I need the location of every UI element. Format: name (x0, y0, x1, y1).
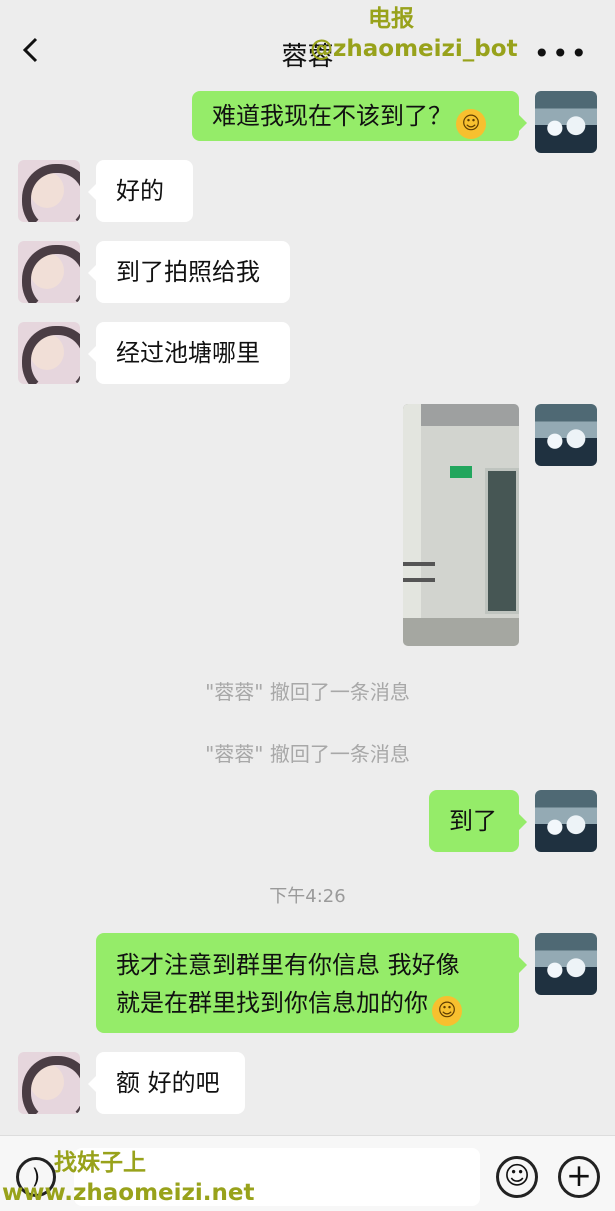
recall-notice: "蓉蓉" 撤回了一条消息 (205, 742, 410, 766)
my-avatar[interactable] (535, 91, 597, 153)
my-avatar[interactable] (535, 404, 597, 466)
photo-sign (450, 466, 472, 478)
incoming-message-bubble[interactable]: 额 好的吧 (88, 1052, 245, 1114)
watermark-top-line1: 电报 (368, 6, 414, 32)
plus-icon: + (566, 1158, 592, 1194)
outgoing-message-line-1: 我才注意到群里有你信息 我好像 (116, 951, 460, 979)
message-row-right-3: 我才注意到群里有你信息 我好像 就是在群里找到你信息加的你 ☺ (0, 933, 615, 1033)
contact-avatar[interactable] (18, 160, 80, 222)
recall-notice: "蓉蓉" 撤回了一条消息 (205, 680, 410, 704)
facepalm-emoji-icon: ☺ (432, 996, 462, 1026)
watermark-top-line2: @zhaomeizi_bot (310, 36, 518, 62)
my-avatar[interactable] (535, 790, 597, 852)
facepalm-emoji-icon: ☺ (456, 109, 486, 139)
incoming-message-bubble[interactable]: 好的 (88, 160, 193, 222)
watermark-bottom-line1: 找妹子上 (54, 1150, 146, 1176)
bottom-watermark: 找妹子上 www.zhaomeizi.net (2, 1148, 255, 1208)
contact-avatar[interactable] (18, 1052, 80, 1114)
chat-header: 蓉蓉 ••• (0, 12, 615, 88)
message-row-right-2: 到了 (0, 790, 615, 852)
message-row-left-2: 到了拍照给我 (0, 241, 615, 303)
outgoing-message-bubble[interactable]: 到了 (429, 790, 527, 852)
more-options-button[interactable]: ••• (533, 37, 589, 70)
incoming-message-bubble[interactable]: 经过池塘哪里 (88, 322, 290, 384)
message-row-right-1: 难道我现在不该到了？ ☺ (0, 91, 615, 153)
outgoing-message-bubble[interactable]: 难道我现在不该到了？ ☺ (192, 91, 527, 141)
outgoing-message-bubble[interactable]: 我才注意到群里有你信息 我好像 就是在群里找到你信息加的你 ☺ (96, 933, 527, 1033)
photo-rail (403, 562, 435, 566)
chat-title: 蓉蓉 (281, 42, 334, 72)
photo-pillar (403, 404, 421, 624)
photo-door (485, 468, 519, 614)
message-timestamp: 下午4:26 (269, 886, 346, 907)
sent-photo-message[interactable] (403, 404, 519, 646)
smile-icon: ☺ (503, 1161, 531, 1190)
contact-avatar[interactable] (18, 241, 80, 303)
outgoing-message-line-2: 就是在群里找到你信息加的你 ☺ (116, 984, 499, 1026)
message-row-left-1: 好的 (0, 160, 615, 222)
outgoing-message-text: 难道我现在不该到了？ (212, 102, 452, 130)
my-avatar[interactable] (535, 933, 597, 995)
more-actions-button[interactable]: + (558, 1156, 600, 1198)
status-bar (0, 0, 615, 12)
photo-floor (403, 618, 519, 646)
top-watermark: 电报 @zhaomeizi_bot (310, 4, 518, 64)
emoji-button[interactable]: ☺ (496, 1156, 538, 1198)
incoming-message-bubble[interactable]: 到了拍照给我 (88, 241, 290, 303)
message-row-left-4: 额 好的吧 (0, 1052, 615, 1114)
contact-avatar[interactable] (18, 322, 80, 384)
watermark-bottom-line2: www.zhaomeizi.net (2, 1180, 255, 1206)
message-row-left-3: 经过池塘哪里 (0, 322, 615, 384)
